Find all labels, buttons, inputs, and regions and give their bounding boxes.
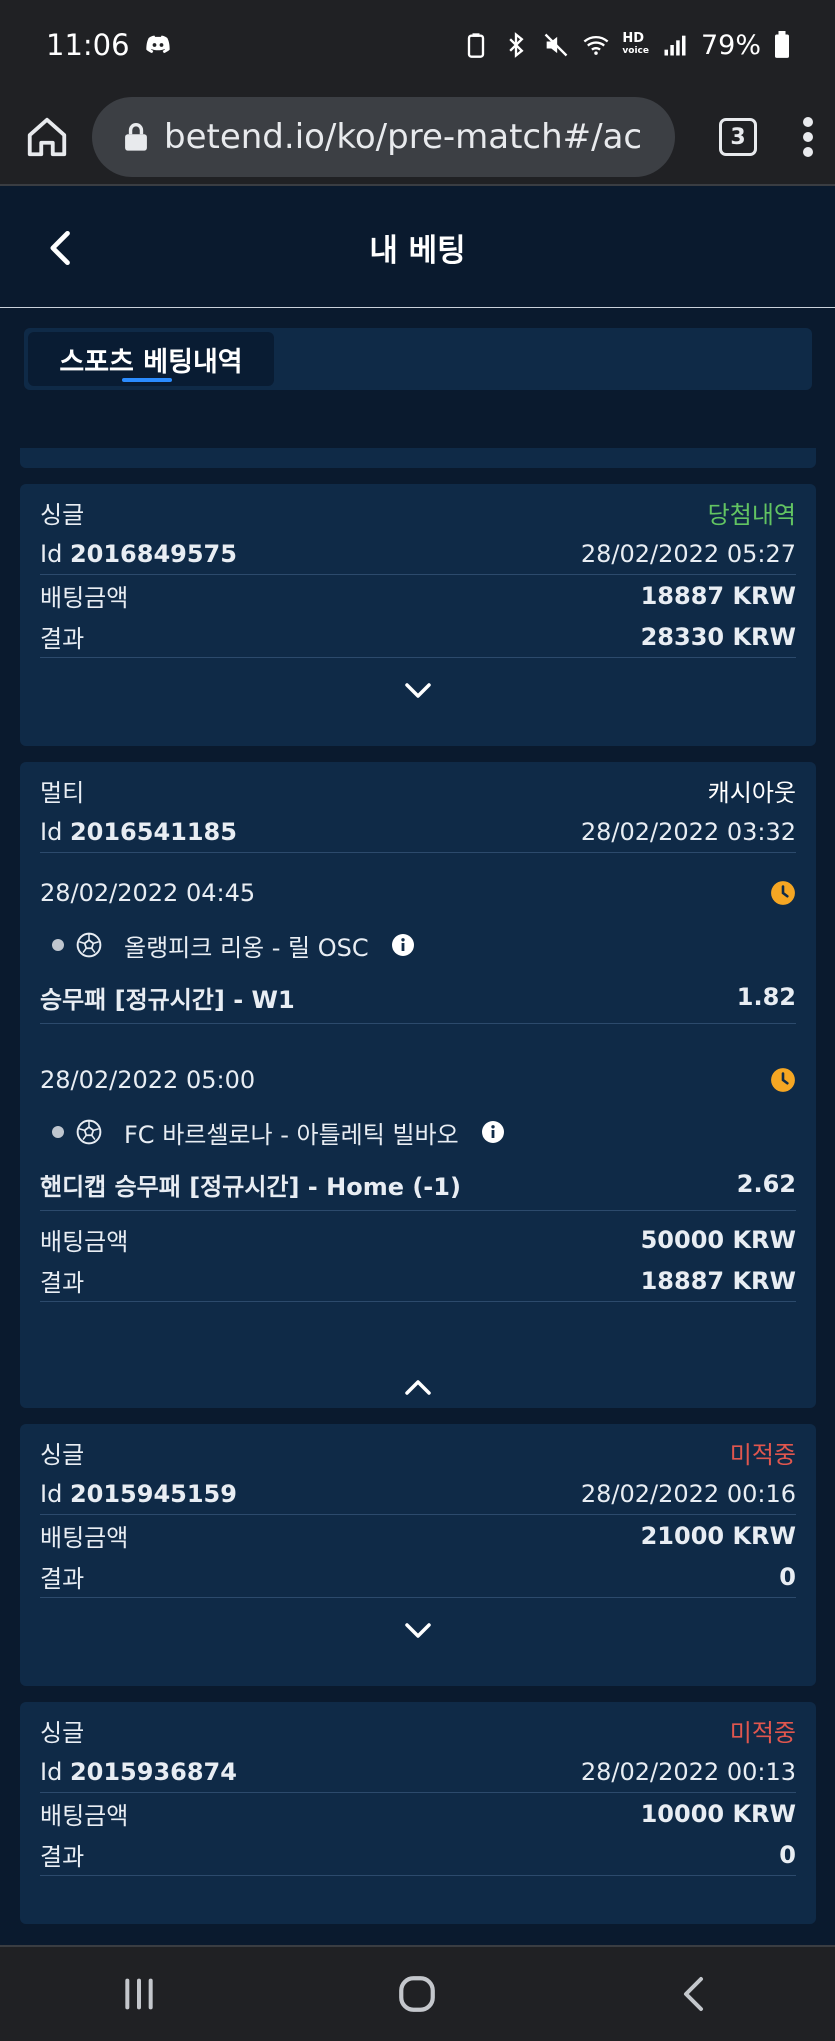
home-button-icon[interactable] <box>396 1973 438 2015</box>
bet-id: 2015945159 <box>69 1479 237 1508</box>
app-header: 내 베팅 <box>0 188 835 308</box>
bet-status: 미적중 <box>729 1441 796 1469</box>
bet-datetime: 28/02/2022 05:27 <box>580 539 796 568</box>
bet-card: 싱글 미적중 Id 2015936874 28/02/2022 00:13 배팅… <box>20 1702 816 1924</box>
recent-apps-icon[interactable] <box>119 1974 159 2014</box>
event-date: 28/02/2022 05:00 <box>40 1066 256 1094</box>
bullet-dot <box>52 939 64 951</box>
stake-label: 배팅금액 <box>40 1802 129 1830</box>
chevron-up-icon <box>405 1380 431 1395</box>
event-match: FC 바르셀로나 - 아틀레틱 빌바오 <box>124 1120 459 1149</box>
clock-time: 11:06 <box>46 28 130 62</box>
result-label: 결과 <box>40 1565 85 1593</box>
clock-icon <box>771 1068 795 1092</box>
browser-toolbar: betend.io/ko/pre-match#/ac 3 <box>0 90 835 186</box>
id-label: Id <box>40 817 63 846</box>
divider <box>40 1875 796 1876</box>
discord-icon <box>145 35 170 54</box>
divider <box>40 1210 796 1211</box>
bet-status: 미적중 <box>729 1719 796 1747</box>
divider <box>40 852 796 853</box>
soccer-ball-icon <box>76 1119 102 1145</box>
bet-status: 당첨내역 <box>707 501 796 529</box>
bet-id: 2016849575 <box>69 539 237 568</box>
address-bar[interactable]: betend.io/ko/pre-match#/ac <box>92 97 675 177</box>
bet-type: 싱글 <box>40 1719 85 1747</box>
tab-bar: 스포츠 베팅내역 <box>24 328 812 390</box>
id-label: Id <box>40 1479 63 1508</box>
info-icon[interactable] <box>481 1120 505 1144</box>
back-arrow-icon[interactable] <box>40 226 84 270</box>
id-label: Id <box>40 1757 63 1786</box>
result-value: 0 <box>779 1840 796 1869</box>
bet-status: 캐시아웃 <box>707 779 796 807</box>
result-label: 결과 <box>40 1843 85 1871</box>
bet-card: 싱글 당첨내역 Id 2016849575 28/02/2022 05:27 배… <box>20 484 816 746</box>
event-market: 승무패 [정규시간] - W1 <box>40 985 295 1014</box>
bet-id: 2016541185 <box>69 817 237 846</box>
battery-icon <box>775 31 789 58</box>
event-market: 핸디캡 승무패 [정규시간] - Home (-1) <box>40 1172 461 1201</box>
url-text: betend.io/ko/pre-match#/ac <box>164 117 643 157</box>
bet-card: 멀티 캐시아웃 Id 2016541185 28/02/2022 03:32 2… <box>20 762 816 1408</box>
home-icon[interactable] <box>24 114 70 160</box>
id-label: Id <box>40 539 63 568</box>
bet-type: 멀티 <box>40 779 85 807</box>
event-match: 올랭피크 리옹 - 릴 OSC <box>124 933 369 962</box>
soccer-ball-icon <box>76 932 102 958</box>
result-value: 18887 KRW <box>640 1266 796 1295</box>
event-odds: 2.62 <box>736 1170 796 1198</box>
divider <box>40 1023 796 1024</box>
battery-percent: 79% <box>700 29 761 61</box>
bluetooth-icon <box>509 32 524 58</box>
bullet-dot <box>52 1126 64 1138</box>
stake-value: 10000 KRW <box>640 1799 796 1828</box>
result-label: 결과 <box>40 1269 85 1297</box>
wifi-icon <box>583 35 609 55</box>
result-label: 결과 <box>40 625 85 653</box>
event-item: 28/02/2022 05:00 <box>40 1054 796 1106</box>
event-item: 28/02/2022 04:45 <box>40 867 796 919</box>
result-value: 0 <box>779 1562 796 1591</box>
clock-icon <box>771 881 795 905</box>
stake-value: 18887 KRW <box>640 581 796 610</box>
expand-button[interactable] <box>40 1598 796 1662</box>
hd-voice-label: HD voice <box>622 31 649 56</box>
expand-button[interactable] <box>40 658 796 722</box>
stake-label: 배팅금액 <box>40 584 129 612</box>
stake-label: 배팅금액 <box>40 1524 129 1552</box>
more-menu-icon[interactable] <box>801 117 815 157</box>
active-tab-indicator <box>122 378 172 382</box>
lock-icon <box>125 123 147 151</box>
stake-value: 50000 KRW <box>640 1225 796 1254</box>
bet-card: 싱글 미적중 Id 2015945159 28/02/2022 00:16 배팅… <box>20 1424 816 1686</box>
battery-saver-icon <box>468 33 485 58</box>
chevron-down-icon <box>405 683 431 698</box>
bet-type: 싱글 <box>40 1441 85 1469</box>
info-icon[interactable] <box>391 933 415 957</box>
back-button-icon[interactable] <box>676 1974 716 2014</box>
event-odds: 1.82 <box>736 983 796 1011</box>
previous-card-edge <box>20 448 816 468</box>
page-title: 내 베팅 <box>369 233 466 269</box>
bet-datetime: 28/02/2022 03:32 <box>580 817 796 846</box>
event-date: 28/02/2022 04:45 <box>40 879 256 907</box>
stake-value: 21000 KRW <box>640 1521 796 1550</box>
tab-switcher-button[interactable]: 3 <box>719 118 757 156</box>
collapse-button[interactable] <box>40 1302 796 1412</box>
bet-id: 2015936874 <box>69 1757 237 1786</box>
status-bar: 11:06 HD voice 79% <box>0 0 835 90</box>
result-value: 28330 KRW <box>640 622 796 651</box>
signal-icon <box>664 35 686 56</box>
bet-datetime: 28/02/2022 00:13 <box>580 1757 796 1786</box>
mute-icon <box>545 33 568 57</box>
bet-type: 싱글 <box>40 501 85 529</box>
stake-label: 배팅금액 <box>40 1228 129 1256</box>
system-nav-bar <box>0 1945 835 2041</box>
chevron-down-icon <box>405 1623 431 1638</box>
bet-datetime: 28/02/2022 00:16 <box>580 1479 796 1508</box>
